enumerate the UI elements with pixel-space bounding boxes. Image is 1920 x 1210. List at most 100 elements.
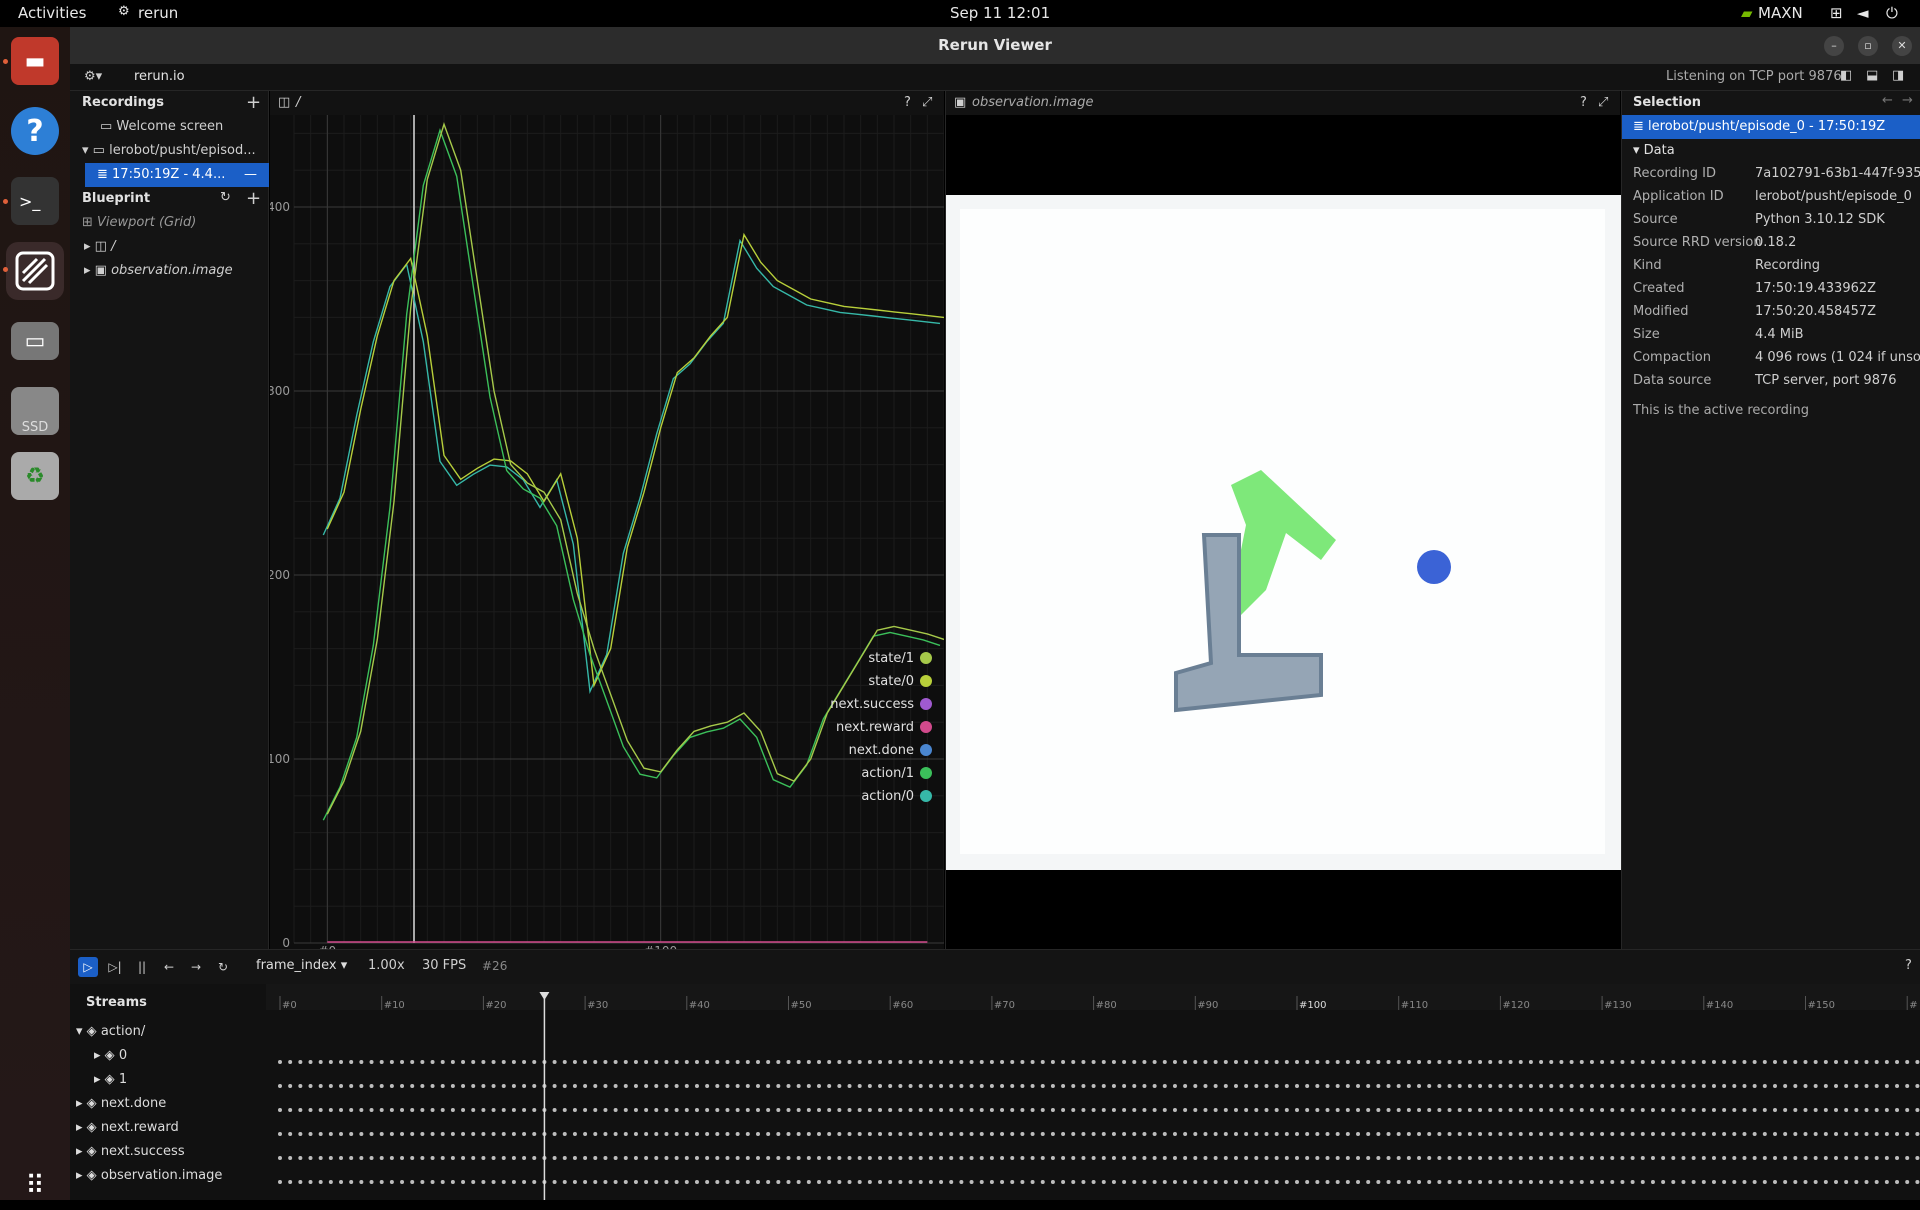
- event-marker: [1752, 1180, 1757, 1184]
- step-forward-icon[interactable]: →: [186, 957, 206, 977]
- event-marker: [1172, 1180, 1177, 1184]
- expand-icon[interactable]: ▾: [82, 143, 93, 158]
- power-icon[interactable]: ⏻: [1886, 4, 1898, 22]
- trash-icon[interactable]: ♻: [11, 452, 59, 500]
- stream-row[interactable]: ▸ ◈ next.reward: [76, 1116, 246, 1140]
- expand-icon[interactable]: ▸: [76, 1120, 87, 1135]
- event-marker: [1508, 1084, 1513, 1088]
- clock[interactable]: Sep 11 12:01: [950, 4, 1050, 22]
- event-marker: [1223, 1180, 1228, 1184]
- timeline-area[interactable]: #0 #10 #20 #30 #40 #50 #60 #70 #80 #90 #100 #110 #12…: [266, 984, 1920, 1200]
- expand-icon[interactable]: ▸: [84, 239, 95, 254]
- stream-row[interactable]: ▸ ◈ 1: [94, 1068, 264, 1092]
- selection-row-key: Recording ID: [1633, 166, 1716, 181]
- stream-events[interactable]: [278, 1180, 1920, 1184]
- add-view-icon[interactable]: +: [246, 188, 261, 209]
- toggle-left-panel-icon[interactable]: ◧: [1840, 68, 1852, 83]
- expand-icon[interactable]: ▸: [84, 263, 95, 278]
- event-marker: [1386, 1084, 1391, 1088]
- pause-icon[interactable]: ||: [132, 957, 152, 977]
- close-recording-icon[interactable]: —: [244, 163, 257, 187]
- loop-icon[interactable]: ↻: [213, 957, 233, 977]
- forward-icon[interactable]: →: [1902, 93, 1913, 108]
- expand-icon[interactable]: ▸: [76, 1168, 87, 1183]
- help-icon[interactable]: ?: [1905, 958, 1912, 973]
- volume-icon[interactable]: ◄: [1857, 4, 1869, 22]
- add-recording-icon[interactable]: +: [246, 92, 261, 113]
- back-icon[interactable]: ←: [1882, 93, 1893, 108]
- expand-icon[interactable]: ▸: [94, 1048, 105, 1063]
- event-marker: [1884, 1156, 1889, 1160]
- event-marker: [1589, 1132, 1594, 1136]
- files-icon[interactable]: ▬: [11, 37, 59, 85]
- recording-item-selected[interactable]: ≣ 17:50:19Z - 4.4... —: [85, 163, 269, 187]
- timeline-selector[interactable]: frame_index ▾: [256, 958, 347, 973]
- help-icon[interactable]: ?: [904, 91, 911, 115]
- help-icon[interactable]: ?: [1580, 91, 1587, 115]
- app-grid-icon[interactable]: ⠿: [11, 1162, 59, 1210]
- help-icon[interactable]: ?: [11, 107, 59, 155]
- event-marker: [735, 1108, 740, 1112]
- rerun-menu-icon[interactable]: ⚙▾: [84, 69, 102, 84]
- maximize-button[interactable]: ▫: [1858, 36, 1878, 56]
- image-view-title[interactable]: observation.image: [972, 91, 1094, 115]
- drive-icon[interactable]: ▭: [11, 322, 59, 360]
- event-marker: [1549, 1084, 1554, 1088]
- power-mode-label[interactable]: MAXN: [1758, 4, 1803, 22]
- maximize-view-icon[interactable]: ⤢: [922, 91, 932, 115]
- playback-speed[interactable]: 1.00x: [368, 958, 405, 973]
- expand-icon[interactable]: ▸: [76, 1144, 87, 1159]
- event-marker: [1915, 1132, 1920, 1136]
- play-icon[interactable]: ▷: [78, 957, 98, 977]
- terminal-icon[interactable]: >_: [11, 177, 59, 225]
- brand-link[interactable]: rerun.io: [134, 69, 185, 84]
- event-marker: [878, 1156, 883, 1160]
- playback-fps[interactable]: 30 FPS: [422, 958, 466, 973]
- stream-row[interactable]: ▸ ◈ 0: [94, 1044, 264, 1068]
- stream-row[interactable]: ▾ ◈ action/: [76, 1020, 246, 1044]
- stream-events[interactable]: [278, 1156, 1920, 1160]
- time-series-view[interactable]: ◫ / ? ⤢ 0100200300400#0#100state/1state/…: [270, 91, 944, 949]
- stream-row[interactable]: ▸ ◈ observation.image: [76, 1164, 246, 1188]
- step-icon[interactable]: ▷|: [105, 957, 125, 977]
- plot-view-title[interactable]: /: [296, 91, 300, 115]
- ssd-icon[interactable]: SSD: [11, 387, 59, 435]
- stream-events[interactable]: [278, 1132, 1920, 1136]
- reset-blueprint-icon[interactable]: ↻: [220, 190, 231, 205]
- stream-events[interactable]: [278, 1060, 1920, 1064]
- event-marker: [1813, 1156, 1818, 1160]
- expand-icon[interactable]: ▸: [76, 1096, 87, 1111]
- blueprint-item-plot[interactable]: ▸ ◫ /: [70, 235, 269, 259]
- toggle-right-panel-icon[interactable]: ◨: [1892, 68, 1904, 83]
- close-button[interactable]: ✕: [1892, 36, 1912, 56]
- event-marker: [857, 1156, 862, 1160]
- expand-icon[interactable]: ▸: [94, 1072, 105, 1087]
- collapse-icon[interactable]: ▾: [76, 1024, 87, 1039]
- stream-row[interactable]: ▸ ◈ next.done: [76, 1092, 246, 1116]
- blueprint-item-image[interactable]: ▸ ▣ observation.image: [70, 259, 269, 283]
- stream-row[interactable]: ▸ ◈ next.success: [76, 1140, 246, 1164]
- network-icon[interactable]: ⊞: [1830, 4, 1843, 22]
- data-section-header[interactable]: ▾ Data: [1622, 139, 1821, 163]
- collapse-icon[interactable]: ▾: [1633, 143, 1644, 158]
- rerun-dock-icon[interactable]: [6, 242, 64, 300]
- stream-events[interactable]: [278, 1084, 1920, 1088]
- welcome-screen-item[interactable]: ▭ Welcome screen: [70, 115, 269, 139]
- line-chart[interactable]: 0100200300400#0#100state/1state/0next.su…: [270, 115, 944, 949]
- image-view[interactable]: ▣ observation.image ? ⤢: [945, 91, 1621, 949]
- stream-events[interactable]: [278, 1108, 1920, 1112]
- toggle-bottom-panel-icon[interactable]: ⬓: [1866, 68, 1878, 83]
- activities-button[interactable]: Activities: [18, 4, 86, 22]
- event-marker: [1295, 1060, 1299, 1064]
- selected-recording[interactable]: ≣ lerobot/pusht/episode_0 - 17:50:19Z: [1622, 115, 1920, 139]
- event-marker: [1762, 1060, 1767, 1064]
- viewport-item[interactable]: ⊞ Viewport (Grid): [70, 211, 269, 235]
- event-marker: [786, 1180, 791, 1184]
- app-menu-label[interactable]: rerun: [138, 4, 178, 22]
- minimize-button[interactable]: –: [1824, 36, 1844, 56]
- event-marker: [654, 1180, 659, 1184]
- app-item[interactable]: ▾ ▭ lerobot/pusht/episod...: [70, 139, 269, 163]
- event-marker: [1050, 1156, 1055, 1160]
- step-back-icon[interactable]: ←: [159, 957, 179, 977]
- maximize-view-icon[interactable]: ⤢: [1598, 91, 1608, 115]
